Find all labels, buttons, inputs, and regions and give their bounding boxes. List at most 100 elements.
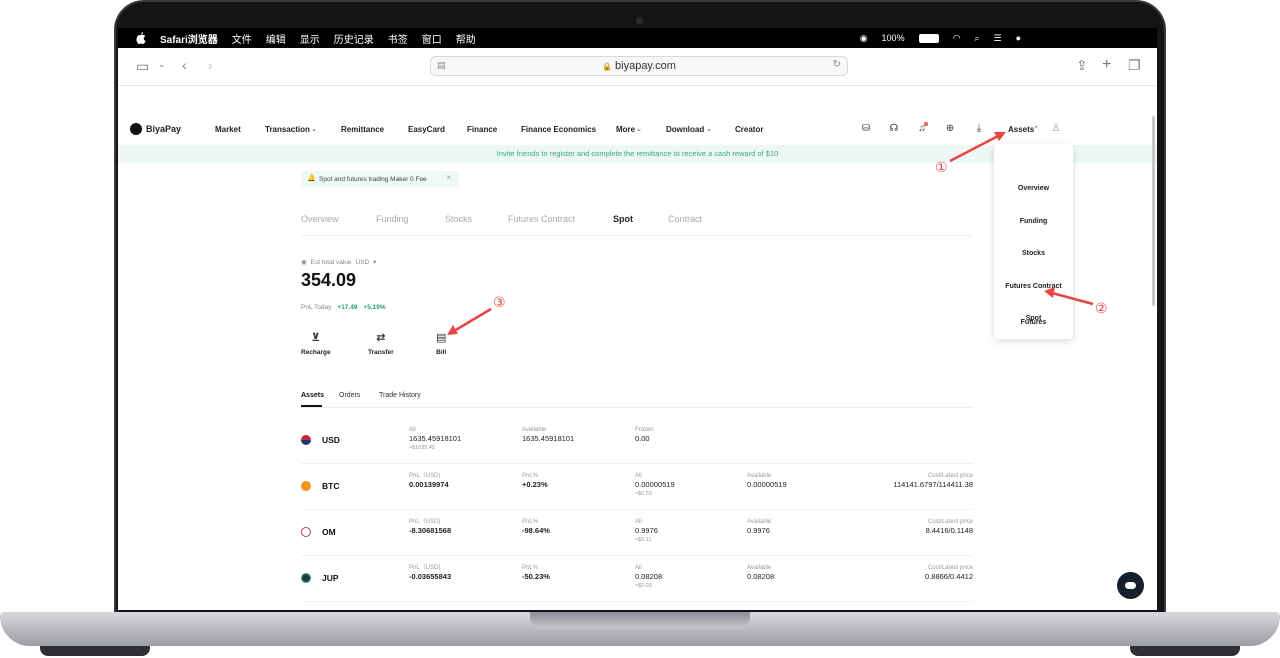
control-center-icon[interactable]: ☰ [993, 33, 1001, 44]
tab-contract[interactable]: Contract [668, 214, 702, 224]
menu-history[interactable]: 历史记录 [334, 31, 374, 46]
subtab-orders[interactable]: Orders [339, 392, 360, 399]
dropdown-funding[interactable]: Funding [994, 218, 1073, 225]
menu-file[interactable]: 文件 [232, 31, 252, 46]
globe-icon[interactable]: ⊕ [944, 123, 956, 135]
recharge-label: Recharge [301, 349, 331, 356]
cell-frozen: Frozen 0.00 [635, 426, 654, 444]
chat-support-button[interactable] [1117, 572, 1144, 599]
bill-button[interactable]: ▤ Bill [436, 331, 446, 356]
nav-download[interactable]: Download [666, 125, 704, 134]
cell-label: Frozen [635, 427, 654, 433]
cell-value: 0.00139974 [409, 480, 449, 489]
menu-edit[interactable]: 编辑 [266, 31, 286, 46]
cell-sub: ≈$0.03 [635, 583, 652, 589]
tab-spot[interactable]: Spot [613, 214, 633, 224]
nav-easycard[interactable]: EasyCard [408, 125, 445, 134]
tab-futures-contract[interactable]: Futures Contract [508, 214, 575, 224]
pnl-label: PnL Today [301, 304, 332, 311]
menu-window[interactable]: 窗口 [422, 31, 442, 46]
menu-bookmarks[interactable]: 书签 [388, 31, 408, 46]
tab-funding[interactable]: Funding [376, 214, 409, 224]
chevron-up-icon: ⌃ [1033, 126, 1039, 133]
tab-overview-icon[interactable]: ❐ [1128, 57, 1141, 74]
transfer-button[interactable]: ⇄ Transfer [368, 331, 394, 356]
eye-icon[interactable]: ◉ [301, 258, 307, 266]
asset-symbol: USD [322, 435, 340, 445]
nav-remittance[interactable]: Remittance [341, 125, 384, 134]
dropdown-futures[interactable]: Futures [994, 319, 1073, 326]
spotlight-search-icon[interactable]: ⌕ [974, 33, 979, 44]
back-arrow-icon[interactable]: ‹ [182, 57, 187, 73]
cell-all: All 0.08208 ≈$0.03 [635, 564, 662, 590]
nav-market[interactable]: Market [215, 125, 241, 134]
menu-app-name[interactable]: Safari浏览器 [160, 31, 218, 46]
user-icon[interactable]: ◉ [860, 33, 868, 44]
download-icon[interactable]: ⤓ [973, 123, 985, 135]
cell-all: All 1635.45918101 ≈$1635.45 [409, 426, 461, 452]
menu-help[interactable]: 帮助 [456, 31, 476, 46]
address-bar[interactable]: ▤ 🔒 biyapay.com ↻ [430, 56, 848, 76]
cell-cost-price: Cost/Latest price 0.8866/0.4412 [925, 564, 973, 582]
menu-view[interactable]: 显示 [300, 31, 320, 46]
lock-icon: 🔒 [602, 61, 613, 71]
share-icon[interactable]: ⇪ [1076, 57, 1088, 74]
cell-all: All 0.00000519 ≈$0.59 [635, 472, 675, 498]
currency-select[interactable]: USD [356, 259, 370, 266]
asset-symbol: JUP [322, 573, 339, 583]
reader-icon[interactable]: ▤ [437, 60, 446, 71]
siri-icon[interactable]: ● [1016, 33, 1021, 43]
chevron-down-icon[interactable]: ⌄ [158, 59, 166, 70]
new-tab-icon[interactable]: + [1102, 56, 1111, 74]
battery-icon[interactable] [918, 33, 939, 43]
cell-value: 1635.45918101 [409, 434, 462, 443]
subtab-assets[interactable]: Assets [301, 392, 324, 399]
chevron-down-icon: ⌄ [636, 126, 642, 133]
headset-icon[interactable]: ☊ [888, 123, 900, 135]
cell-value: 1635.45918101 [522, 434, 575, 443]
table-row[interactable]: BTC PnL（USD) 0.00139974 PnL% +0.23% All … [301, 464, 973, 510]
forward-arrow-icon[interactable]: › [208, 57, 213, 73]
pnl-today: PnL Today +17.49 +5.19% [301, 304, 386, 311]
total-value: 354.09 [301, 270, 357, 290]
sidebar-toggle-icon[interactable]: ▭ [136, 58, 149, 75]
cell-value: -8.30681568 [409, 526, 452, 535]
cell-label: PnL% [522, 473, 539, 479]
reload-icon[interactable]: ↻ [833, 59, 841, 70]
table-row[interactable]: JUP PnL（USD) -0.03655843 PnL% -50.23% Al… [301, 556, 973, 602]
apple-icon[interactable] [136, 32, 146, 44]
active-tab-underline [301, 405, 322, 407]
cell-label: Available [747, 519, 772, 525]
tab-stocks[interactable]: Stocks [445, 214, 472, 224]
dropdown-stocks[interactable]: Stocks [994, 250, 1073, 257]
nav-transaction[interactable]: Transaction [265, 125, 310, 134]
assets-dropdown: Overview Funding Stocks Futures Contract… [994, 144, 1073, 339]
dropdown-futures-contract[interactable]: Futures Contract [994, 283, 1073, 290]
asset-subtabs: Assets Orders Trade History [301, 390, 973, 408]
recharge-button[interactable]: ⊻ Recharge [301, 331, 331, 356]
dropdown-overview[interactable]: Overview [994, 185, 1073, 192]
page-scrollbar[interactable] [1152, 116, 1155, 306]
cell-label: Available [747, 565, 772, 571]
table-row[interactable]: USD All 1635.45918101 ≈$1635.45 Availabl… [301, 418, 973, 464]
btc-coin-icon [301, 481, 311, 491]
tab-overview[interactable]: Overview [301, 214, 339, 224]
safari-toolbar: ▭ ⌄ ‹ › ▤ 🔒 biyapay.com ↻ ⇪ + ❐ [118, 48, 1157, 86]
screen: Safari浏览器 文件 编辑 显示 历史记录 书签 窗口 帮助 ◉ 100% … [118, 28, 1157, 610]
subtab-trade-history[interactable]: Trade History [379, 392, 421, 399]
close-icon[interactable]: × [446, 173, 451, 182]
cell-value: 0.9976 [635, 526, 658, 535]
cell-label: Available [522, 427, 547, 433]
table-row[interactable]: OM PnL（USD) -8.30681568 PnL% -98.64% All… [301, 510, 973, 556]
bill-label: Bill [436, 349, 447, 356]
cell-label: Cost/Latest price [927, 519, 973, 525]
chevron-down-icon: ⌄ [311, 126, 317, 133]
brand-logo[interactable]: BiyaPay [130, 123, 181, 135]
wifi-icon[interactable]: ◠ [953, 33, 961, 44]
cell-pnl-percent: PnL% -50.23% [522, 564, 550, 582]
nav-creator[interactable]: Creator [735, 125, 763, 134]
nav-finance-economics[interactable]: Finance Economics [521, 125, 596, 134]
gift-icon[interactable]: ⛁ [860, 123, 872, 135]
nav-finance[interactable]: Finance [467, 125, 497, 134]
avatar-icon[interactable]: ♙ [1050, 123, 1062, 135]
